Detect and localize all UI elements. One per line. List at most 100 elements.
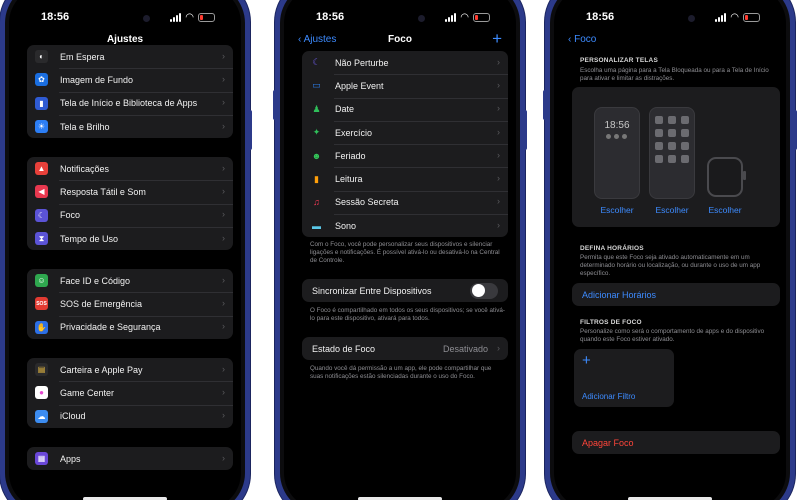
settings-item-label: Apps — [60, 453, 81, 464]
focus-mode-feriado[interactable]: ☻ Feriado › — [302, 144, 508, 167]
dynamic-island — [369, 9, 431, 29]
settings-item-face-id[interactable]: ☺ Face ID e Código › — [27, 269, 233, 292]
focus-status-label: Estado de Foco — [312, 343, 376, 354]
wallet-icon: ▤ — [35, 363, 48, 377]
chevron-right-icon: › — [497, 103, 500, 114]
settings-item-screen-time[interactable]: ⧗ Tempo de Uso › — [27, 226, 233, 250]
choose-watch-face-button[interactable]: Escolher — [695, 205, 755, 215]
focus-mode-apple-event[interactable]: ▭ Apple Event › — [302, 74, 508, 97]
back-label: Foco — [574, 34, 597, 45]
choose-home-screen-button[interactable]: Escolher — [642, 205, 702, 215]
focus-mode-sessao-secreta[interactable]: ♫ Sessão Secreta › — [302, 190, 508, 214]
settings-item-focus[interactable]: ☾ Foco › — [27, 203, 233, 227]
chevron-right-icon: › — [222, 297, 225, 308]
sync-group: Sincronizar Entre Dispositivos — [302, 279, 508, 303]
settings-item-wallet[interactable]: ▤ Carteira e Apple Pay › — [27, 358, 233, 381]
settings-item-label: Face ID e Código — [60, 275, 131, 286]
headphones-icon: ♫ — [313, 197, 320, 208]
settings-item-label: Notificações — [60, 163, 110, 174]
side-button — [523, 110, 527, 150]
side-button — [793, 110, 797, 150]
focus-mode-date[interactable]: ♟ Date › — [302, 97, 508, 121]
settings-item-label: Imagem de Fundo — [60, 74, 134, 85]
chevron-right-icon: › — [497, 173, 500, 184]
settings-item-apps[interactable]: ▦ Apps › — [27, 447, 233, 470]
settings-item-sound[interactable]: ◀ Resposta Tátil e Som › — [27, 180, 233, 203]
add-schedule-group: Adicionar Horários — [572, 283, 780, 307]
add-schedule-button[interactable]: Adicionar Horários — [572, 283, 780, 306]
chevron-right-icon: › — [497, 79, 500, 90]
home-screen-preview[interactable] — [649, 107, 695, 199]
focus-mode-label: Feriado — [335, 150, 366, 161]
battery-icon — [473, 13, 490, 22]
sync-devices-toggle[interactable] — [470, 282, 498, 299]
phone-focus-detail: 18:56 ◠ ‹ Foco PERSONALIZAR TELAS Escolh… — [545, 0, 795, 500]
chevron-right-icon: › — [497, 56, 500, 67]
add-schedule-label: Adicionar Horários — [582, 289, 657, 300]
display-icon: ▭ — [312, 80, 321, 91]
watch-face-preview[interactable] — [707, 157, 746, 197]
focus-mode-sono[interactable]: ▬ Sono › — [302, 214, 508, 237]
add-focus-button[interactable]: + — [492, 29, 502, 49]
volume-up-button — [273, 90, 277, 120]
focus-mode-label: Leitura — [335, 174, 363, 185]
lock-screen-preview[interactable]: 18:56 — [594, 107, 640, 199]
status-time: 18:56 — [586, 11, 615, 23]
settings-group-apps: ▦ Apps › — [27, 447, 233, 471]
focus-mode-nao-perturbe[interactable]: ☾ Não Perturbe › — [302, 51, 508, 74]
chevron-right-icon: › — [222, 185, 225, 196]
page-title: Foco — [388, 34, 412, 45]
chevron-right-icon: › — [222, 73, 225, 84]
focus-status-row[interactable]: Estado de Foco Desativado › — [302, 337, 508, 360]
volume-down-button — [0, 130, 2, 160]
bed-icon: ▬ — [312, 220, 321, 231]
wifi-icon: ◠ — [460, 12, 469, 23]
home-screen-icon: ▮ — [35, 96, 48, 110]
schedule-desc: Permita que este Foco seja ativado autom… — [580, 254, 761, 277]
focus-filters-desc: Personalize como será o comportamento de… — [580, 328, 765, 343]
settings-item-wallpaper[interactable]: ✿ Imagem de Fundo › — [27, 68, 233, 91]
chevron-right-icon: › — [497, 196, 500, 207]
screen-time-icon: ⧗ — [35, 232, 48, 246]
focus-mode-leitura[interactable]: ▮ Leitura › — [302, 167, 508, 190]
settings-item-privacy[interactable]: ✋ Privacidade e Segurança › — [27, 315, 233, 339]
sound-icon: ◀ — [35, 185, 48, 199]
settings-item-standby[interactable]: ◐ Em Espera › — [27, 45, 233, 68]
add-filter-button[interactable]: + Adicionar Filtro — [574, 349, 674, 407]
focus-status-group: Estado de Foco Desativado › — [302, 337, 508, 361]
settings-item-icloud[interactable]: ☁ iCloud › — [27, 404, 233, 428]
face-id-icon: ☺ — [35, 274, 48, 288]
settings-item-sos[interactable]: SOS SOS de Emergência › — [27, 292, 233, 315]
settings-item-game-center[interactable]: ● Game Center › — [27, 381, 233, 404]
game-center-icon: ● — [35, 386, 48, 400]
focus-mode-exercicio[interactable]: ✦ Exercício › — [302, 120, 508, 144]
settings-item-home-screen[interactable]: ▮ Tela de Início e Biblioteca de Apps › — [27, 91, 233, 115]
settings-item-label: Foco — [60, 210, 81, 221]
side-button — [248, 110, 252, 150]
focus-modes-note: Com o Foco, você pode personalizar seus … — [310, 241, 500, 264]
chevron-right-icon: › — [222, 209, 225, 220]
focus-detail-screen: 18:56 ◠ ‹ Foco PERSONALIZAR TELAS Escolh… — [554, 0, 786, 500]
customize-screens-header: PERSONALIZAR TELAS — [580, 57, 658, 64]
settings-group-accounts: ▤ Carteira e Apple Pay › ● Game Center › ☁ iC… — [27, 358, 233, 428]
volume-up-button — [0, 90, 2, 120]
lock-screen-time: 18:56 — [604, 120, 630, 131]
settings-group-security: ☺ Face ID e Código › SOS SOS de Emergência ›… — [27, 269, 233, 339]
status-bar: 18:56 ◠ — [284, 9, 516, 29]
customize-screens-desc: Escolha uma página para a Tela Bloqueada… — [580, 67, 769, 82]
delete-focus-button[interactable]: Apagar Foco — [572, 431, 780, 454]
settings-item-label: Em Espera — [60, 51, 105, 62]
add-filter-label: Adicionar Filtro — [582, 392, 636, 401]
wifi-icon: ◠ — [185, 12, 194, 23]
focus-filters-header: FILTROS DE FOCO — [580, 319, 642, 326]
settings-item-label: Carteira e Apple Pay — [60, 364, 143, 375]
sync-note: O Foco é compartilhado em todos os seus … — [310, 307, 505, 322]
choose-lock-screen-button[interactable]: Escolher — [587, 205, 647, 215]
status-time: 18:56 — [41, 11, 70, 23]
dynamic-island — [94, 9, 156, 29]
settings-item-brightness[interactable]: ☀ Tela e Brilho › — [27, 114, 233, 138]
settings-item-notifications[interactable]: ▲ Notificações › — [27, 157, 233, 180]
back-button[interactable]: ‹ Foco — [568, 34, 596, 45]
moon-icon: ☾ — [312, 57, 321, 68]
settings-item-label: SOS de Emergência — [60, 298, 143, 309]
